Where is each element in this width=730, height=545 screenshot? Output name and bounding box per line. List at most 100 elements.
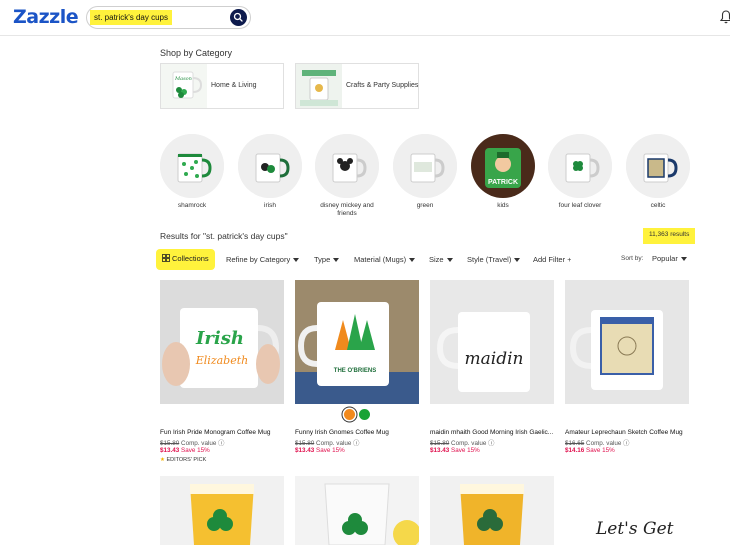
sort-value: Popular [652, 254, 678, 263]
product-image[interactable]: THE O'BRIENS [295, 280, 419, 404]
zazzle-logo[interactable]: Zazzle [13, 6, 79, 28]
product-old-price: $15.80 Comp. value ⓘ [430, 440, 495, 447]
round-category-label: green [416, 202, 434, 209]
product-image[interactable] [430, 476, 554, 545]
filter-material[interactable]: Material (Mugs) [354, 255, 416, 264]
color-swatch-orange[interactable] [344, 409, 355, 420]
bell-icon[interactable] [719, 9, 730, 25]
product-price: $13.43 Save 15% [295, 447, 345, 454]
product-image[interactable] [565, 280, 689, 404]
category-image [393, 134, 457, 198]
search-button[interactable] [230, 9, 247, 26]
category-label: Crafts & Party Supplies [346, 82, 419, 89]
product-card[interactable]: maidin maidin mhaith Good Morning Irish … [430, 280, 554, 454]
color-swatch-green[interactable] [359, 409, 370, 420]
product-old-price: $15.80 Comp. value ⓘ [160, 440, 225, 447]
grid-icon [162, 254, 170, 262]
product-title[interactable]: Fun Irish Pride Monogram Coffee Mug [160, 429, 270, 436]
sort-dropdown[interactable]: Popular [652, 254, 687, 263]
product-image[interactable]: maidin [430, 280, 554, 404]
round-category-label: kids [497, 202, 509, 209]
mug-text-line1: Irish [195, 328, 244, 349]
results-count: 11,363 results [643, 228, 696, 244]
category-image [626, 134, 690, 198]
product-image[interactable] [160, 476, 284, 545]
filter-label: Style (Travel) [467, 255, 512, 264]
collections-button[interactable]: Collections [156, 249, 215, 270]
filter-label: Size [429, 255, 444, 264]
chevron-down-icon [680, 257, 687, 262]
chevron-down-icon [409, 258, 416, 263]
collections-label: Collections [172, 254, 209, 263]
mug-text: THE O'BRIENS [334, 368, 376, 374]
page: Zazzle st. patrick's day cups Shop by Ca… [0, 0, 730, 545]
top-header: Zazzle st. patrick's day cups [0, 0, 730, 36]
product-title[interactable]: Amateur Leprechaun Sketch Coffee Mug [565, 429, 683, 436]
round-category-label: disney mickey and friends [320, 202, 374, 217]
filter-label: Material (Mugs) [354, 255, 407, 264]
mug-text-line2: Elizabeth [195, 354, 248, 367]
filter-label: Type [314, 255, 331, 264]
shop-by-category-title: Shop by Category [160, 48, 233, 58]
category-card-crafts-party[interactable]: Crafts & Party Supplies [295, 63, 419, 109]
filter-type[interactable]: Type [314, 255, 340, 264]
round-category-shamrock[interactable]: shamrock [160, 134, 224, 210]
round-category-disney[interactable]: disney mickey and friends [315, 134, 379, 218]
round-category-irish[interactable]: irish [238, 134, 302, 210]
round-category-label: shamrock [177, 202, 207, 209]
filter-style[interactable]: Style (Travel) [467, 255, 521, 264]
add-filter-label: Add Filter [533, 255, 566, 264]
promo-script-text: Let's Get [596, 519, 674, 539]
category-card-home-living[interactable]: Mason Home & Living [160, 63, 284, 109]
category-image [238, 134, 302, 198]
round-category-label: four leaf clover [558, 202, 602, 209]
chevron-down-icon [514, 258, 521, 263]
kids-mug-text: PATRICK [488, 179, 518, 186]
filter-refine-category[interactable]: Refine by Category [226, 255, 300, 264]
product-card[interactable]: Irish Elizabeth Fun Irish Pride Monogram… [160, 280, 284, 463]
category-thumbnail [296, 64, 342, 108]
product-price: $13.43 Save 15% [430, 447, 480, 454]
editors-pick-badge: ★ EDITORS' PICK [160, 457, 207, 463]
product-price: $13.43 Save 15% [160, 447, 210, 454]
product-old-price: $15.80 Comp. value ⓘ [295, 440, 360, 447]
round-category-kids[interactable]: PATRICK kids [471, 134, 535, 210]
info-icon[interactable]: ⓘ [488, 440, 494, 447]
product-card[interactable]: THE O'BRIENS Funny Irish Gnomes Coffee M… [295, 280, 419, 454]
round-category-label: irish [264, 202, 276, 209]
product-image[interactable]: Irish Elizabeth [160, 280, 284, 404]
search-bar[interactable]: st. patrick's day cups [86, 6, 251, 29]
sort-label: Sort by: [621, 255, 644, 262]
category-label: Home & Living [211, 82, 257, 89]
results-heading: Results for "st. patrick's day cups" [160, 231, 288, 241]
info-icon[interactable]: ⓘ [623, 440, 629, 447]
category-image: PATRICK [471, 134, 535, 198]
product-card[interactable]: Amateur Leprechaun Sketch Coffee Mug $16… [565, 280, 689, 454]
product-title[interactable]: Funny Irish Gnomes Coffee Mug [295, 429, 389, 436]
chevron-down-icon [333, 258, 340, 263]
info-icon[interactable]: ⓘ [353, 440, 359, 447]
search-icon [233, 12, 243, 22]
product-image[interactable] [295, 476, 419, 545]
round-category-four-leaf-clover[interactable]: four leaf clover [548, 134, 612, 210]
round-category-celtic[interactable]: celtic [626, 134, 690, 210]
product-old-price: $16.65 Comp. value ⓘ [565, 440, 630, 447]
plus-icon: + [567, 257, 572, 264]
product-title[interactable]: maidin mhaith Good Morning Irish Gaelic.… [430, 429, 553, 436]
round-category-label: celtic [650, 202, 666, 209]
star-icon: ★ [160, 457, 165, 463]
product-price: $14.16 Save 15% [565, 447, 615, 454]
category-thumbnail: Mason [161, 64, 207, 108]
info-icon[interactable]: ⓘ [218, 440, 224, 447]
category-image [315, 134, 379, 198]
search-input[interactable]: st. patrick's day cups [90, 10, 172, 25]
filter-size[interactable]: Size [429, 255, 453, 264]
category-image [548, 134, 612, 198]
add-filter-button[interactable]: Add Filter + [533, 255, 571, 264]
category-image [160, 134, 224, 198]
chevron-down-icon [446, 258, 453, 263]
chevron-down-icon [293, 258, 300, 263]
mug-text: maidin [465, 349, 524, 369]
svg-text:Mason: Mason [174, 76, 192, 82]
round-category-green[interactable]: green [393, 134, 457, 210]
